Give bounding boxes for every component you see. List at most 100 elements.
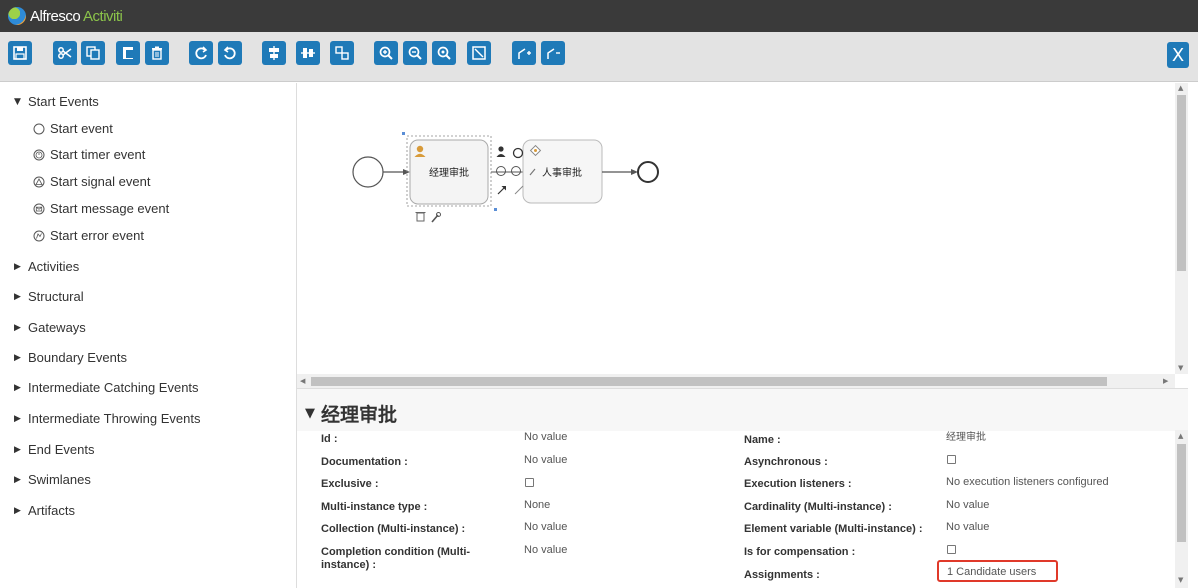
save-button[interactable]: [8, 41, 32, 65]
trash-icon: [152, 46, 162, 60]
scroll-down-arrow-icon[interactable]: ▼: [1178, 576, 1183, 584]
asynchronous-checkbox[interactable]: [947, 455, 956, 464]
palette-group-intermediate-catching-events[interactable]: ▶ Intermediate Catching Events: [14, 380, 199, 395]
resize-handle[interactable]: [494, 208, 497, 211]
palette-group-structural[interactable]: ▶ Structural: [14, 289, 84, 304]
palette-group-boundary-events[interactable]: ▶ Boundary Events: [14, 350, 127, 365]
canvas-vertical-scrollbar[interactable]: ▲ ▼: [1175, 83, 1188, 374]
quick-menu-message-event-icon[interactable]: [511, 166, 521, 176]
chevron-right-icon: ▶: [14, 444, 21, 455]
chevron-down-icon: ▼: [305, 406, 315, 421]
align-horizontal-icon: [269, 46, 279, 60]
palette-group-start-events[interactable]: ▼ Start Events: [14, 94, 99, 109]
palette-item-label: Start event: [50, 121, 113, 136]
compensation-checkbox[interactable]: [947, 545, 956, 554]
quick-menu-timer-event-icon[interactable]: [496, 166, 506, 176]
toolbar: X: [0, 32, 1198, 82]
scissors-icon: [58, 47, 72, 59]
palette-item-start-error-event[interactable]: Start error event: [33, 228, 144, 243]
zoom-in-icon: [379, 46, 393, 60]
palette-group-intermediate-throwing-events[interactable]: ▶ Intermediate Throwing Events: [14, 411, 200, 426]
prop-value-multi-instance-type[interactable]: None: [524, 499, 550, 512]
delete-shape-icon[interactable]: [415, 212, 426, 222]
palette-group-artifacts[interactable]: ▶ Artifacts: [14, 503, 75, 518]
prop-value-documentation[interactable]: No value: [524, 454, 567, 467]
prop-label-execution-listeners: Execution listeners :: [744, 478, 852, 490]
palette-group-label: Boundary Events: [28, 350, 128, 365]
chevron-right-icon: ▶: [14, 474, 21, 485]
scroll-down-arrow-icon[interactable]: ▼: [1178, 364, 1183, 372]
undo-button[interactable]: [218, 41, 242, 65]
canvas-horizontal-scrollbar[interactable]: ◀ ▶: [297, 374, 1175, 388]
prop-value-cardinality[interactable]: No value: [946, 499, 989, 512]
bendpoint-remove-button[interactable]: [541, 41, 565, 65]
resize-handle[interactable]: [402, 132, 405, 135]
same-size-icon: [335, 46, 349, 60]
close-button[interactable]: X: [1167, 42, 1189, 68]
palette-group-swimlanes[interactable]: ▶ Swimlanes: [14, 472, 91, 487]
properties-title: 经理审批: [321, 405, 398, 426]
scrollbar-thumb[interactable]: [1177, 95, 1186, 271]
properties-header[interactable]: ▼ 经理审批: [305, 400, 397, 427]
timer-icon: [33, 149, 45, 160]
scroll-right-arrow-icon[interactable]: ▶: [1163, 377, 1168, 385]
wrench-icon[interactable]: [431, 212, 441, 223]
exclusive-checkbox[interactable]: [525, 478, 534, 487]
scroll-up-arrow-icon[interactable]: ▲: [1178, 84, 1183, 92]
zoom-fit-button[interactable]: [467, 41, 491, 65]
palette-item-start-timer-event[interactable]: Start timer event: [33, 147, 145, 162]
zoom-fit-icon: [472, 46, 486, 60]
palette-group-end-events[interactable]: ▶ End Events: [14, 442, 95, 457]
message-icon: [33, 203, 45, 214]
palette-item-start-message-event[interactable]: Start message event: [33, 201, 169, 216]
save-icon: [13, 46, 27, 60]
prop-value-name[interactable]: 经理审批: [946, 431, 986, 444]
align-vertical-button[interactable]: [296, 41, 320, 65]
prop-label-is-for-compensation: Is for compensation :: [744, 546, 856, 558]
prop-value-collection[interactable]: No value: [524, 521, 567, 534]
process-canvas[interactable]: 经理审批 人事审批: [297, 83, 1175, 374]
properties-vertical-scrollbar[interactable]: ▲ ▼: [1175, 430, 1188, 588]
palette-item-label: Start message event: [50, 201, 170, 216]
scrollbar-thumb[interactable]: [1177, 444, 1186, 542]
same-size-button[interactable]: [330, 41, 354, 65]
cut-button[interactable]: [53, 41, 77, 65]
bendpoint-add-button[interactable]: [512, 41, 536, 65]
palette-item-start-signal-event[interactable]: Start signal event: [33, 174, 150, 189]
quick-menu-association-icon[interactable]: [514, 185, 524, 195]
prop-value-execution-listeners[interactable]: No execution listeners configured: [946, 476, 1109, 489]
prop-label-name: Name :: [744, 434, 781, 446]
palette-item-label: Start signal event: [50, 174, 151, 189]
palette-group-activities[interactable]: ▶ Activities: [14, 259, 79, 274]
paste-button[interactable]: [116, 41, 140, 65]
palette-group-label: End Events: [28, 442, 95, 457]
quick-menu-flow-arrow-icon[interactable]: [497, 186, 506, 195]
palette-item-start-event[interactable]: Start event: [33, 121, 113, 136]
palette-group-label: Artifacts: [28, 503, 75, 518]
zoom-actual-button[interactable]: [432, 41, 456, 65]
quick-menu-end-event-icon[interactable]: [512, 147, 524, 159]
scrollbar-thumb[interactable]: [311, 377, 1107, 386]
prop-value-completion-condition[interactable]: No value: [524, 544, 567, 557]
editor-app: Alfresco Activiti X ▼ Start Events Start…: [0, 0, 1198, 588]
prop-value-id[interactable]: No value: [524, 431, 567, 444]
scroll-left-arrow-icon[interactable]: ◀: [300, 377, 305, 385]
end-event-shape[interactable]: [637, 161, 659, 183]
scroll-up-arrow-icon[interactable]: ▲: [1178, 432, 1183, 440]
delete-button[interactable]: [145, 41, 169, 65]
prop-value-element-variable[interactable]: No value: [946, 521, 989, 534]
align-horizontal-button[interactable]: [262, 41, 286, 65]
chevron-right-icon: ▶: [14, 505, 21, 516]
start-event-shape[interactable]: [352, 156, 384, 188]
prop-label-asynchronous: Asynchronous :: [744, 456, 828, 468]
zoom-out-button[interactable]: [403, 41, 427, 65]
chevron-right-icon: ▶: [14, 382, 21, 393]
copy-button[interactable]: [81, 41, 105, 65]
palette-group-gateways[interactable]: ▶ Gateways: [14, 320, 86, 335]
redo-button[interactable]: [189, 41, 213, 65]
prop-label-multi-instance-type: Multi-instance type :: [321, 501, 428, 513]
zoom-in-button[interactable]: [374, 41, 398, 65]
align-vertical-icon: [301, 48, 315, 58]
palette-group-label: Intermediate Throwing Events: [28, 411, 201, 426]
quick-menu-user-task-icon[interactable]: [496, 146, 506, 157]
